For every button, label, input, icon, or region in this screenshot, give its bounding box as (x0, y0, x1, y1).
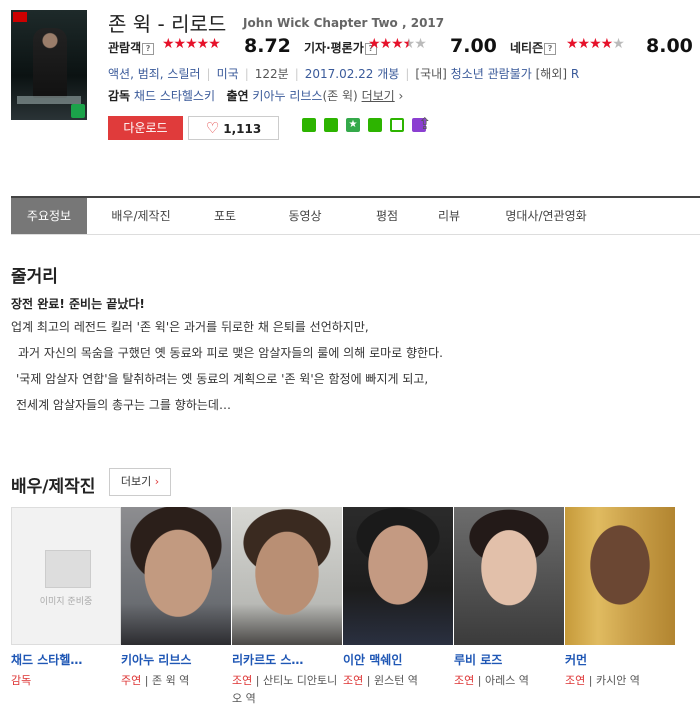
cast-card[interactable]: 리카르도 스… 조연 | 산티노 디안토니오 역 (232, 507, 342, 708)
no-image-placeholder: 이미지 준비중 (11, 507, 121, 645)
audience-score: 8.72 (244, 35, 291, 57)
critic-score: 7.00 (450, 35, 497, 57)
band-share-icon[interactable] (368, 118, 382, 132)
person-icon (45, 550, 91, 588)
cast-link[interactable]: 키아누 리브스 (252, 89, 322, 103)
overseas-label: [해외] (535, 67, 568, 81)
no-image-text: 이미지 준비중 (39, 597, 93, 607)
cast-photo (232, 507, 342, 645)
director-label: 감독 (108, 89, 131, 103)
cast-name[interactable]: 커먼 (565, 651, 675, 668)
synopsis-body: 장전 완료! 준비는 끝났다! 업계 최고의 레전드 킬러 '존 윅'은 과거를… (11, 294, 443, 418)
cast-photo (454, 507, 564, 645)
cast-character: 아레스 역 (484, 674, 529, 687)
cast-role: 조연 (565, 674, 586, 687)
domestic-label: [국내] (415, 67, 447, 81)
cast-name[interactable]: 이안 맥쉐인 (343, 651, 453, 668)
share-icon[interactable]: ⇪ (418, 114, 431, 133)
star-share-icon[interactable]: ★ (346, 118, 360, 132)
line-share-icon[interactable] (390, 118, 404, 132)
cast-role: (존 윅) (322, 89, 358, 103)
cafe-share-icon[interactable] (324, 118, 338, 132)
domestic-rating[interactable]: 청소년 관람불가 (451, 67, 532, 81)
credits-row: 감독 채드 스타헬스키 출연 키아누 리브스(존 윅) 더보기 › (108, 89, 404, 103)
audience-stars: ★★★★★ (162, 36, 221, 52)
release-date[interactable]: 2017.02.22 개봉 (305, 67, 400, 81)
cast-photo (343, 507, 453, 645)
tab-cast[interactable]: 배우/제작진 (87, 198, 195, 234)
credits-more-link[interactable]: 더보기 (362, 89, 395, 103)
original-title: John Wick Chapter Two , 2017 (243, 16, 445, 30)
cast-name[interactable]: 리카르도 스… (232, 651, 342, 668)
genre[interactable]: 액션, 범죄, 스릴러 (108, 67, 201, 81)
blog-share-icon[interactable] (302, 118, 316, 132)
cast-card[interactable]: 커먼 조연 | 카시안 역 (565, 507, 675, 690)
tab-video[interactable]: 동영상 (255, 198, 355, 234)
country[interactable]: 미국 (217, 67, 239, 81)
critic-rating-label: 기자·평론가? (304, 39, 377, 56)
tab-quotes[interactable]: 명대사/연관영화 (479, 198, 613, 234)
help-icon[interactable]: ? (142, 43, 155, 55)
cast-label: 출연 (226, 89, 249, 103)
synopsis-line: 업계 최고의 레전드 킬러 '존 윅'은 과거를 뒤로한 채 은퇴를 선언하지만… (11, 320, 369, 334)
synopsis-heading: 줄거리 (11, 267, 58, 287)
cast-character: 존 윅 역 (151, 674, 190, 687)
tab-rating[interactable]: 평점 (355, 198, 419, 234)
synopsis-line: '국제 암살자 연합'을 탈취하려는 옛 동료의 계획으로 '존 윅'은 함정에… (16, 372, 429, 386)
synopsis-line: 과거 자신의 목숨을 구했던 옛 동료와 피로 맺은 암살자들의 룰에 의해 로… (18, 346, 443, 360)
cast-more-label: 더보기 (120, 475, 152, 488)
like-count: 1,113 (223, 122, 262, 136)
netizen-rating-label: 네티즌? (510, 39, 557, 56)
cast-name[interactable]: 루비 로즈 (454, 651, 564, 668)
cast-photo (121, 507, 231, 645)
tab-photo[interactable]: 포토 (195, 198, 255, 234)
netizen-score: 8.00 (646, 35, 693, 57)
cast-photo (565, 507, 675, 645)
tab-review[interactable]: 리뷰 (419, 198, 479, 234)
zoom-icon[interactable] (71, 104, 85, 118)
cast-card[interactable]: 이안 맥쉐인 조연 | 윈스턴 역 (343, 507, 453, 690)
cast-role: 주연 (121, 674, 142, 687)
poster-figure (33, 28, 67, 98)
overseas-rating[interactable]: R (571, 67, 579, 81)
cast-card[interactable]: 이미지 준비중 채드 스타헬… 감독 (11, 507, 121, 690)
cast-name[interactable]: 채드 스타헬… (11, 651, 121, 668)
cast-role: 감독 (11, 674, 32, 687)
movie-title: 존 윅 - 리로드 (108, 12, 227, 36)
movie-meta: 액션, 범죄, 스릴러 | 미국 | 122분 | 2017.02.22 개봉 | [국내] 청… (108, 67, 580, 81)
cast-name[interactable]: 키아누 리브스 (121, 651, 231, 668)
heart-icon: ♡ (205, 119, 220, 137)
synopsis-lead: 장전 완료! 준비는 끝났다! (11, 297, 145, 311)
help-icon[interactable]: ? (544, 43, 557, 55)
cast-card[interactable]: 키아누 리브스 주연 | 존 윅 역 (121, 507, 231, 690)
synopsis-line: 전세계 암살자들의 총구는 그를 향하는데… (16, 398, 231, 412)
cast-character: 카시안 역 (595, 674, 640, 687)
director-link[interactable]: 채드 스타헬스키 (134, 89, 215, 103)
download-button[interactable]: 다운로드 (108, 116, 183, 140)
cast-role: 조연 (343, 674, 364, 687)
cast-more-button[interactable]: 더보기 › (109, 468, 171, 496)
cast-role: 조연 (454, 674, 475, 687)
netizen-stars: ★★★★★ (566, 36, 625, 52)
cast-heading: 배우/제작진 (11, 477, 96, 497)
tab-bar: 주요정보 배우/제작진 포토 동영상 평점 리뷰 명대사/연관영화 (11, 196, 700, 235)
runtime: 122분 (254, 67, 289, 81)
poster-title-art (17, 96, 81, 104)
audience-rating-label: 관람객? (108, 39, 155, 56)
poster-rating-badge (13, 12, 27, 22)
like-button[interactable]: ♡ 1,113 (188, 116, 279, 140)
cast-card[interactable]: 루비 로즈 조연 | 아레스 역 (454, 507, 564, 690)
movie-poster[interactable] (11, 10, 87, 120)
critic-stars: ★★★★★ (368, 36, 427, 52)
cast-character: 윈스턴 역 (373, 674, 418, 687)
tab-main-info[interactable]: 주요정보 (11, 198, 87, 234)
cast-role: 조연 (232, 674, 253, 687)
